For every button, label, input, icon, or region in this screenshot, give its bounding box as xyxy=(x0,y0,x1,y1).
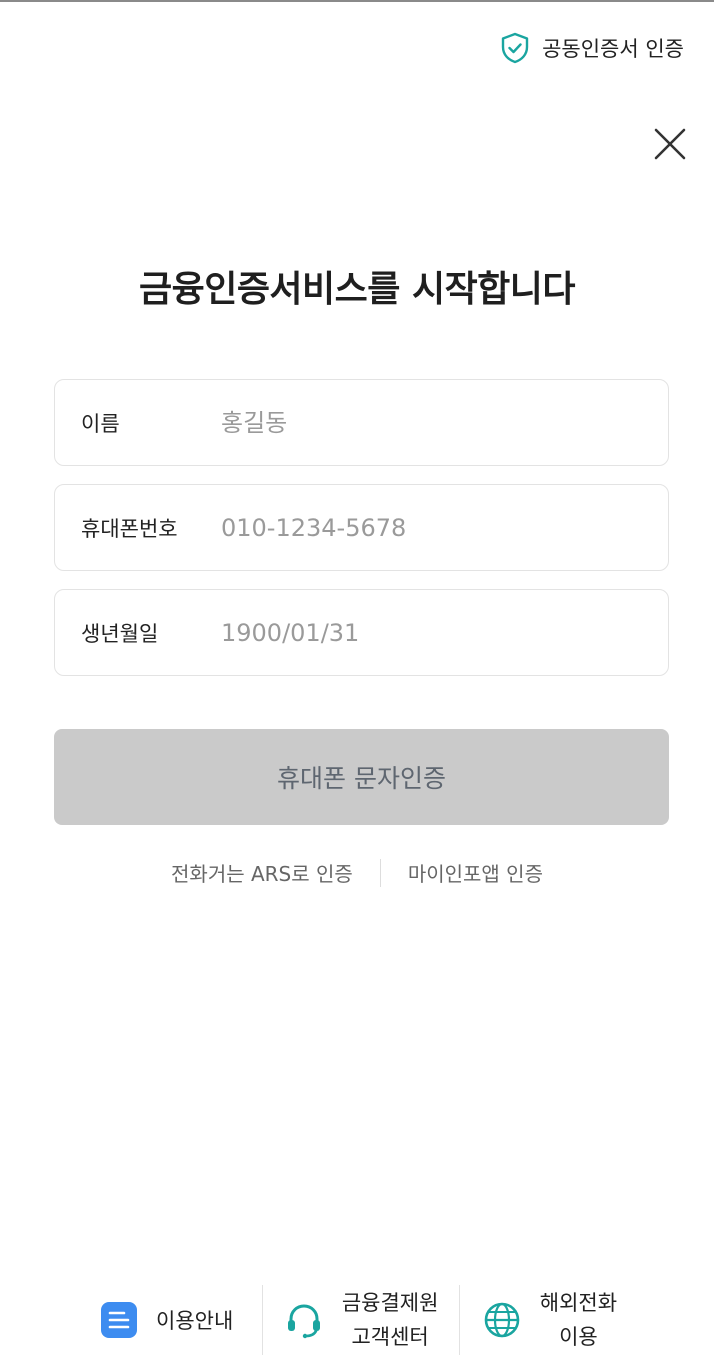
customer-center-line2: 고객센터 xyxy=(351,1324,429,1349)
close-button[interactable] xyxy=(650,124,690,164)
page-title: 금융인증서비스를 시작합니다 xyxy=(138,269,576,310)
overseas-call-line1: 해외전화 xyxy=(539,1290,618,1315)
certificate-auth-link[interactable]: 공동인증서 인증 xyxy=(500,32,684,64)
headset-icon xyxy=(287,1303,320,1338)
usage-guide-label: 이용안내 xyxy=(156,1308,234,1333)
shield-check-icon xyxy=(501,32,529,64)
phone-field: 휴대폰번호 xyxy=(54,484,669,571)
page: 공동인증서 인증 금융인증서비스를 시작합니다 이름 휴대폰번호 생년월일 휴대… xyxy=(0,0,714,1357)
ars-auth-link[interactable]: 전화거는 ARS로 인증 xyxy=(171,858,353,887)
bottom-bar: 이용안내 금융결제원 고객센터 해외전화 이용 xyxy=(0,1280,714,1357)
name-field: 이름 xyxy=(54,379,669,466)
overseas-call-label: 해외전화 이용 xyxy=(540,1286,617,1354)
customer-center-label: 금융결제원 고객센터 xyxy=(342,1286,439,1354)
overseas-call-line2: 이용 xyxy=(559,1324,598,1349)
phone-label: 휴대폰번호 xyxy=(81,516,178,541)
close-icon xyxy=(654,128,686,160)
birth-field: 생년월일 xyxy=(54,589,669,676)
customer-center-button[interactable]: 금융결제원 고객센터 xyxy=(263,1285,458,1355)
myinfo-app-auth-link[interactable]: 마이인포앱 인증 xyxy=(408,858,543,887)
sms-auth-button[interactable]: 휴대폰 문자인증 xyxy=(54,729,669,825)
globe-icon xyxy=(484,1302,520,1337)
link-divider xyxy=(379,858,381,887)
birth-label: 생년월일 xyxy=(81,621,159,646)
name-input[interactable] xyxy=(221,380,668,465)
alternative-auth-links: 전화거는 ARS로 인증 마이인포앱 인증 xyxy=(0,858,714,887)
certificate-auth-label: 공동인증서 인증 xyxy=(542,37,684,61)
overseas-call-button[interactable]: 해외전화 이용 xyxy=(460,1285,714,1355)
phone-input[interactable] xyxy=(221,485,668,570)
usage-guide-button[interactable]: 이용안내 xyxy=(0,1285,262,1355)
birth-input[interactable] xyxy=(221,590,668,675)
customer-center-line1: 금융결제원 xyxy=(341,1290,439,1315)
document-icon xyxy=(101,1301,137,1338)
name-label: 이름 xyxy=(81,411,120,436)
